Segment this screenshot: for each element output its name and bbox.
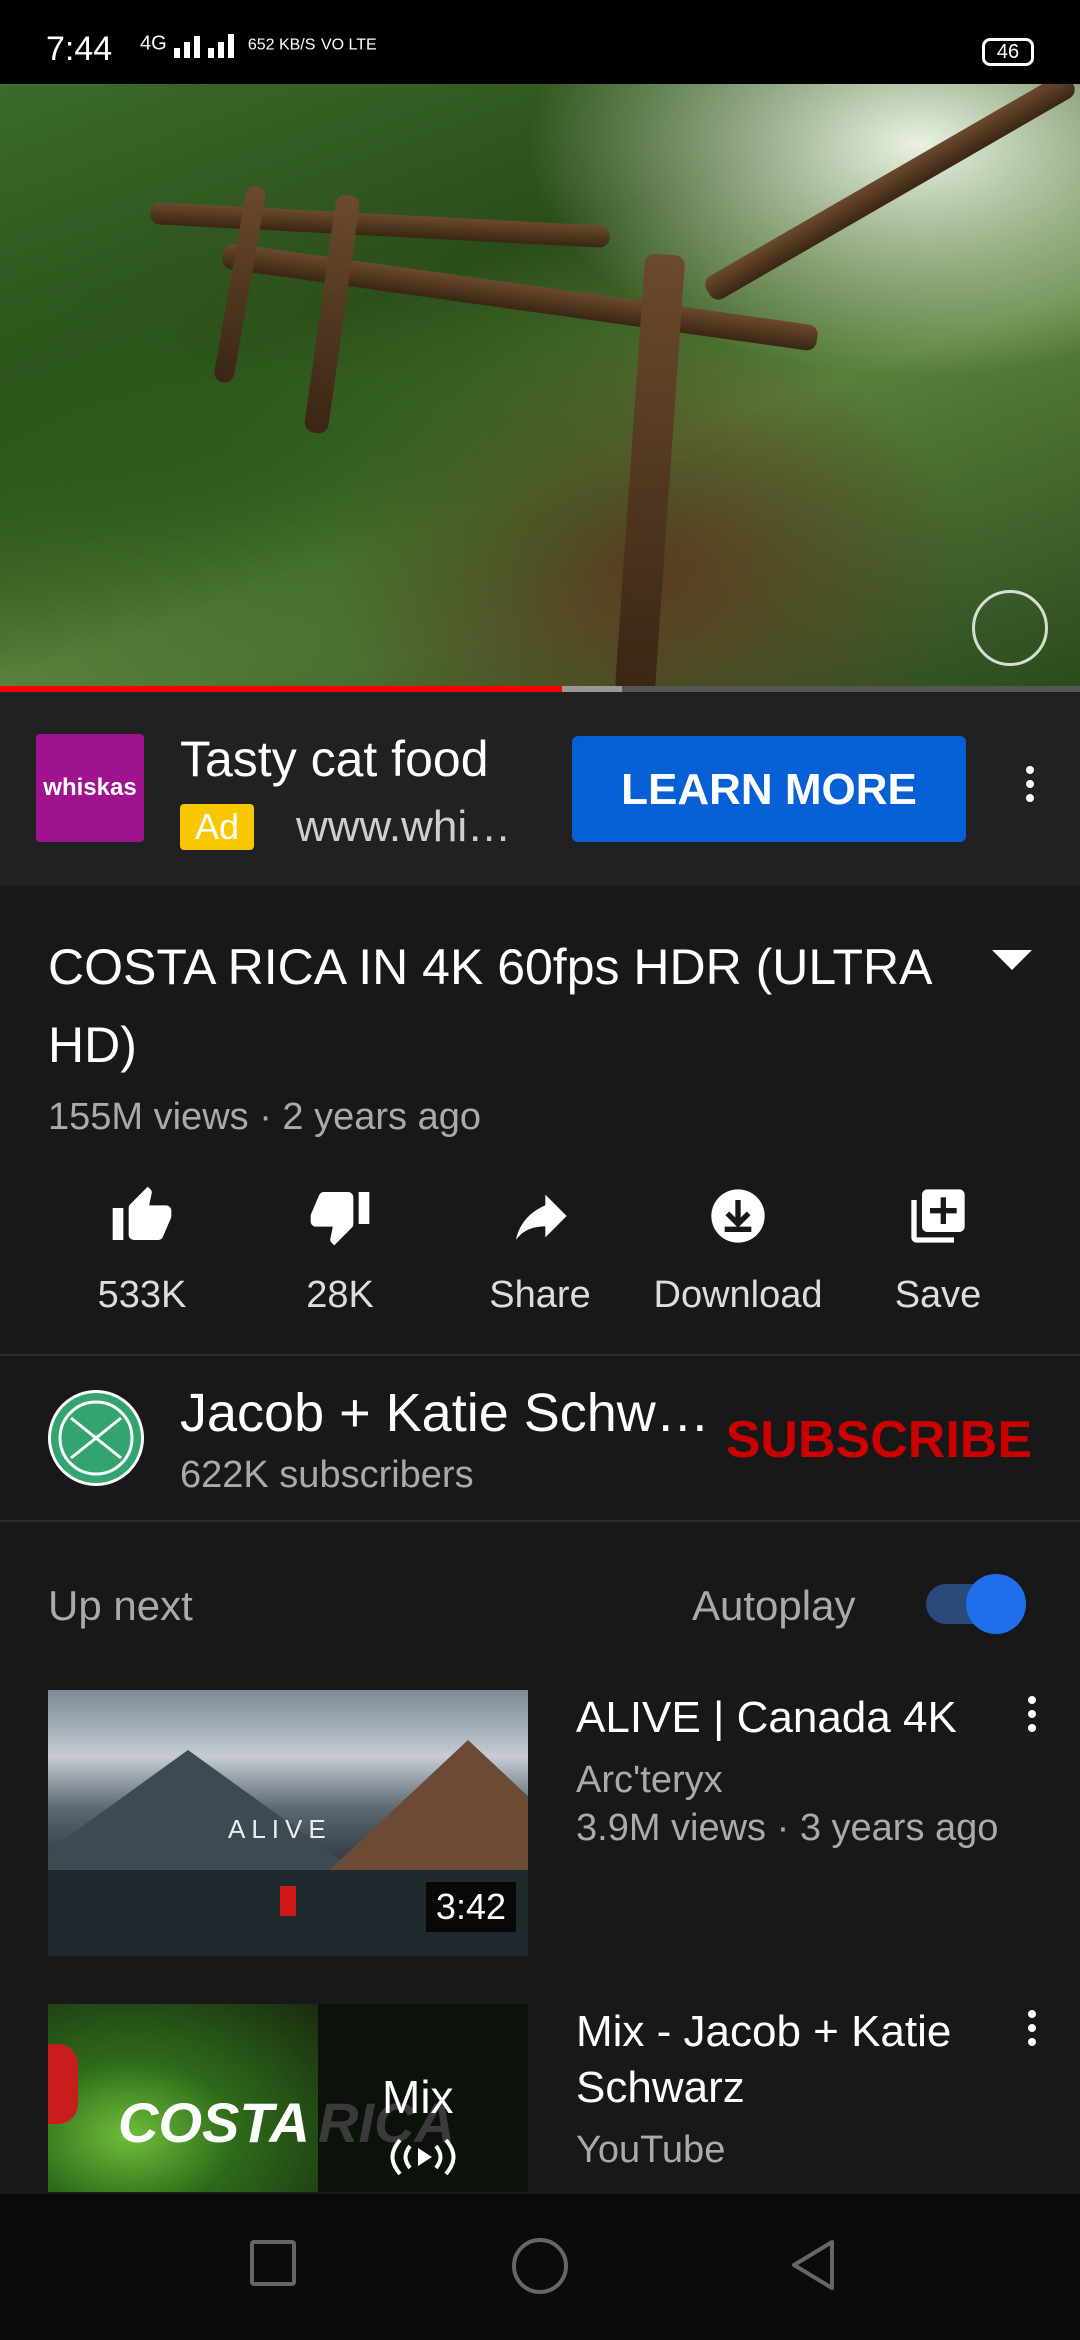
mix-label: Mix <box>382 2071 454 2123</box>
share-icon <box>516 1194 567 1240</box>
upnext-video-title[interactable]: ALIVE | Canada 4K <box>576 1690 986 1746</box>
save-to-playlist-icon <box>911 1189 965 1243</box>
red-flower <box>48 2044 78 2124</box>
channel-avatar[interactable] <box>48 1390 144 1486</box>
video-thumbnail[interactable]: ALIVE 3:42 <box>48 1690 528 1956</box>
dislike-count: 28K <box>306 1274 374 1316</box>
autoplay-label: Autoplay <box>692 1582 856 1629</box>
network-speed: 652 KB/S <box>247 36 316 54</box>
fence-rail <box>701 84 1079 304</box>
learn-more-button[interactable]: LEARN MORE <box>572 736 966 842</box>
thumbnail-text: ALIVE <box>228 1814 332 1844</box>
signal-icon: 4G 652 KB/S VO LTE <box>140 30 377 58</box>
system-nav-bar <box>0 2194 1080 2340</box>
share-button[interactable]: Share <box>440 1176 640 1317</box>
subscriber-count: 622K subscribers <box>180 1454 474 1496</box>
recents-button[interactable] <box>250 2240 296 2286</box>
download-icon <box>711 1189 765 1243</box>
battery-icon: 46 <box>982 38 1034 66</box>
more-options-icon[interactable] <box>1022 1690 1042 1750</box>
download-button[interactable]: Download <box>638 1176 838 1317</box>
mix-thumbnail[interactable]: COSTA RICA Mix <box>48 2004 528 2192</box>
dislike-button[interactable]: 28K <box>240 1176 440 1317</box>
more-options-icon[interactable] <box>1022 2004 1042 2064</box>
divider <box>0 1520 1080 1522</box>
like-button[interactable]: 533K <box>42 1176 242 1317</box>
action-bar: 533K 28K Share Download Save <box>0 1176 1080 1326</box>
download-label: Download <box>653 1274 823 1316</box>
channel-logo-icon <box>58 1400 134 1476</box>
person-figure <box>280 1886 296 1916</box>
thumbs-up-icon <box>112 1186 172 1240</box>
video-meta: 155M views · 2 years ago <box>48 1096 481 1138</box>
video-title[interactable]: COSTA RICA IN 4K 60fps HDR (ULTRA HD) <box>48 928 968 1084</box>
home-button[interactable] <box>512 2238 568 2294</box>
divider <box>0 1354 1080 1356</box>
upnext-channel: Arc'teryx <box>576 1759 723 1801</box>
mix-broadcast-icon <box>390 2138 456 2176</box>
toggle-knob <box>966 1574 1026 1634</box>
save-button[interactable]: Save <box>838 1176 1038 1317</box>
volte-indicator: VO LTE <box>320 36 377 54</box>
ad-url[interactable]: www.whi… <box>296 802 511 852</box>
fence-rail <box>149 201 611 249</box>
ad-title[interactable]: Tasty cat food <box>180 730 489 788</box>
status-time: 7:44 <box>46 30 113 68</box>
ad-more-icon[interactable] <box>1020 760 1040 820</box>
ad-badge: Ad <box>180 804 254 850</box>
channel-watermark-icon[interactable] <box>972 590 1048 666</box>
ad-banner[interactable]: whiskas Tasty cat food Ad www.whi… LEARN… <box>0 692 1080 886</box>
network-type: 4G <box>140 32 167 55</box>
share-label: Share <box>489 1274 591 1316</box>
video-player[interactable] <box>0 84 1080 690</box>
mountain-shape <box>308 1740 528 1890</box>
autoplay-toggle[interactable] <box>926 1574 1026 1634</box>
save-label: Save <box>894 1274 982 1316</box>
advertiser-logo[interactable]: whiskas <box>36 734 144 842</box>
status-bar: 7:44 4G 652 KB/S VO LTE 46 <box>0 0 1080 84</box>
back-button[interactable] <box>788 2238 838 2292</box>
fence-rail <box>221 242 819 352</box>
video-duration: 3:42 <box>425 1882 516 1932</box>
mix-overlay: RICA Mix <box>318 2004 528 2192</box>
upnext-channel: YouTube <box>576 2129 726 2171</box>
thumbs-down-icon <box>310 1192 370 1246</box>
expand-description-icon[interactable] <box>992 950 1032 970</box>
like-count: 533K <box>97 1274 187 1316</box>
upnext-meta: 3.9M views · 3 years ago <box>576 1807 999 1849</box>
upnext-video-title[interactable]: Mix - Jacob + Katie Schwarz <box>576 2004 986 2116</box>
thumbnail-text: COSTA <box>118 2091 310 2154</box>
up-next-heading: Up next <box>48 1582 193 1629</box>
channel-name[interactable]: Jacob + Katie Schw… <box>180 1382 710 1444</box>
subscribe-button[interactable]: SUBSCRIBE <box>726 1410 1032 1470</box>
